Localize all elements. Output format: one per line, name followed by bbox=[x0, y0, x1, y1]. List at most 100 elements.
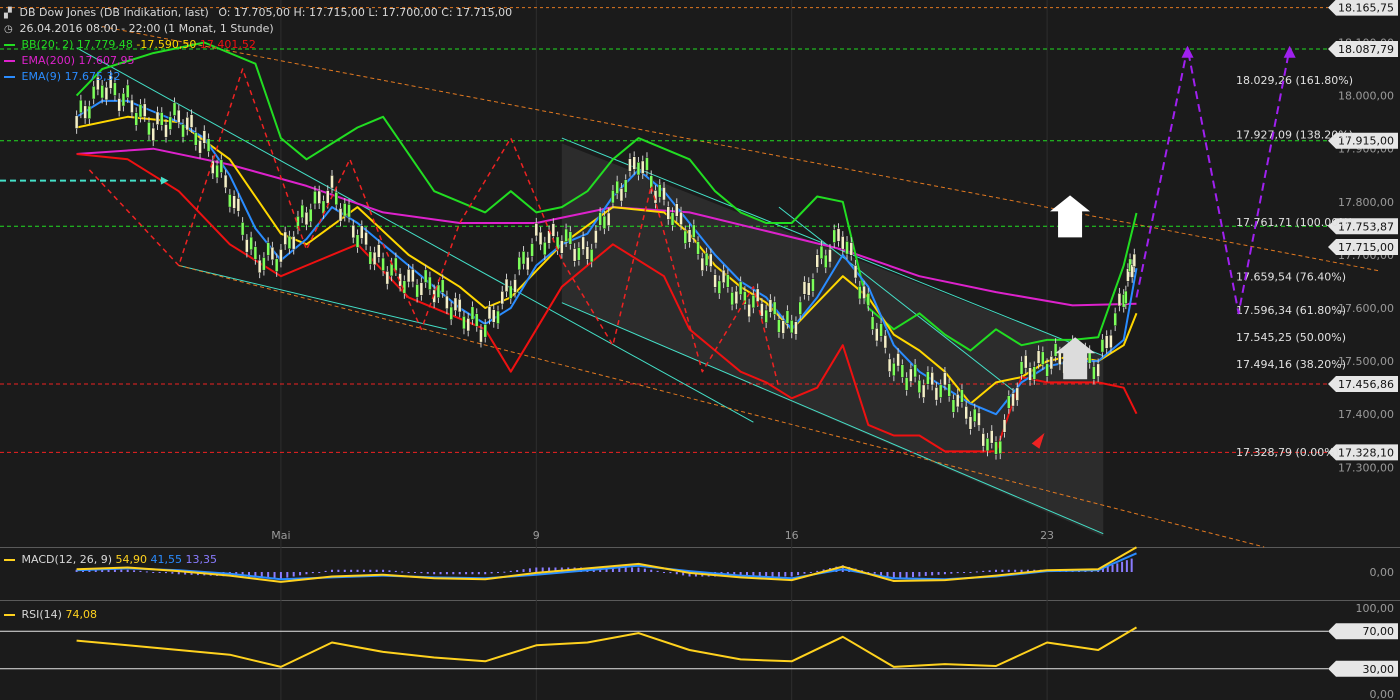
candle-body bbox=[517, 256, 522, 271]
candle-body bbox=[657, 184, 662, 198]
candle-body bbox=[300, 204, 304, 219]
macd-histogram-bar bbox=[414, 572, 416, 573]
candle-body bbox=[836, 228, 841, 242]
candle-body bbox=[304, 211, 309, 226]
candle-body bbox=[632, 156, 636, 170]
candle-body bbox=[526, 256, 530, 271]
macd-histogram-bar bbox=[669, 572, 672, 574]
macd-histogram-bar bbox=[362, 569, 365, 572]
candle-body bbox=[943, 372, 947, 386]
y-tick-label: 18.000,00 bbox=[1338, 90, 1394, 103]
candle-body bbox=[789, 319, 794, 334]
candle-body bbox=[926, 371, 930, 385]
candle-body bbox=[1024, 355, 1028, 369]
candle-body bbox=[219, 159, 224, 173]
macd-histogram-bar bbox=[133, 570, 136, 572]
candle-body bbox=[457, 298, 462, 313]
legend-rsi[interactable]: RSI(14) 74,08 bbox=[4, 608, 97, 621]
candle-body bbox=[372, 251, 377, 266]
macd-histogram-bar bbox=[931, 572, 934, 576]
macd-histogram-bar bbox=[643, 568, 646, 572]
candle-body bbox=[87, 105, 92, 120]
ema9-label: EMA(9) bbox=[21, 70, 62, 83]
candle-body bbox=[900, 364, 905, 378]
macd-histogram-bar bbox=[924, 572, 927, 576]
macd-value-3: 13,35 bbox=[185, 553, 218, 566]
macd-histogram-bar bbox=[1007, 569, 1010, 572]
candle-body bbox=[823, 254, 828, 269]
candle-body bbox=[1019, 361, 1024, 375]
candle-body bbox=[904, 377, 909, 391]
macd-histogram-bar bbox=[152, 572, 155, 573]
candle-body bbox=[811, 278, 815, 292]
candle-body bbox=[1117, 292, 1122, 307]
candle-body bbox=[687, 229, 692, 243]
legend-ema9[interactable]: EMA(9) 17.675,32 bbox=[4, 70, 121, 83]
legend-bb[interactable]: BB(20; 2) 17.779,48 -17.590,50 17.401,52 bbox=[4, 38, 256, 51]
macd-histogram-bar bbox=[439, 572, 442, 575]
x-tick-label: Mai bbox=[271, 529, 290, 542]
candle-body bbox=[564, 228, 568, 242]
candle-body bbox=[747, 303, 751, 318]
candle-body bbox=[155, 111, 160, 125]
candle-body bbox=[594, 230, 598, 244]
candle-body bbox=[530, 243, 534, 257]
macd-histogram-bar bbox=[975, 571, 978, 573]
candle-body bbox=[828, 249, 832, 263]
candle-body bbox=[1002, 419, 1007, 433]
macd-histogram-bar bbox=[465, 572, 468, 575]
legend-ema200[interactable]: EMA(200) 17.607,95 bbox=[4, 54, 135, 67]
y-tick-label: 17.300,00 bbox=[1338, 461, 1394, 474]
candle-body bbox=[168, 116, 173, 130]
candle-body bbox=[640, 160, 645, 174]
macd-value-1: 54,90 bbox=[115, 553, 148, 566]
candle-body bbox=[147, 122, 151, 136]
candle-body bbox=[1049, 356, 1054, 370]
macd-histogram-bar bbox=[880, 572, 883, 576]
macd-histogram-bar bbox=[452, 572, 455, 575]
y-tick-label: 17.400,00 bbox=[1338, 408, 1394, 421]
macd-histogram-bar bbox=[1014, 569, 1017, 572]
macd-histogram-bar bbox=[1111, 564, 1114, 572]
macd-value-2: 41,55 bbox=[150, 553, 183, 566]
candle-body bbox=[858, 285, 862, 300]
candle-body bbox=[385, 271, 390, 285]
candle-body bbox=[598, 212, 602, 226]
candle-body bbox=[474, 313, 479, 327]
candle-body bbox=[151, 127, 155, 142]
candle-body bbox=[853, 265, 858, 279]
channel-area bbox=[561, 143, 1104, 537]
candle-body bbox=[645, 157, 649, 171]
macd-histogram-bar bbox=[509, 570, 512, 572]
candle-body bbox=[355, 234, 360, 248]
candle-body bbox=[1132, 253, 1137, 268]
candle-body bbox=[181, 124, 185, 138]
candle-body bbox=[543, 241, 547, 256]
bb-swatch-icon bbox=[4, 44, 15, 46]
rsi-y-tick-label: 0,00 bbox=[1370, 688, 1395, 700]
macd-histogram-bar bbox=[995, 569, 997, 572]
price-level-label: 18.087,79 bbox=[1338, 43, 1394, 56]
candle-body bbox=[636, 162, 641, 176]
macd-histogram-bar bbox=[120, 569, 123, 572]
macd-histogram-bar bbox=[305, 572, 308, 575]
candle-body bbox=[381, 257, 385, 271]
candle-body bbox=[360, 225, 364, 239]
macd-label: MACD(12, 26, 9) bbox=[21, 553, 113, 566]
macd-histogram-bar bbox=[165, 572, 167, 574]
macd-histogram-bar bbox=[950, 572, 953, 574]
bb-low-value: 17.401,52 bbox=[199, 38, 256, 51]
macd-histogram-bar bbox=[337, 569, 340, 572]
macd-histogram-bar bbox=[350, 569, 353, 572]
legend-macd[interactable]: MACD(12, 26, 9) 54,90 41,55 13,35 bbox=[4, 553, 217, 566]
candle-body bbox=[977, 412, 981, 426]
candle-body bbox=[768, 299, 773, 313]
macd-histogram-bar bbox=[458, 572, 461, 575]
candle-body bbox=[347, 204, 351, 218]
candle-body bbox=[330, 175, 334, 189]
macd-histogram-bar bbox=[145, 571, 148, 573]
macd-histogram-bar bbox=[1020, 569, 1023, 572]
macd-histogram-bar bbox=[771, 572, 774, 577]
candle-body bbox=[1015, 387, 1020, 401]
candle-body bbox=[334, 191, 339, 206]
